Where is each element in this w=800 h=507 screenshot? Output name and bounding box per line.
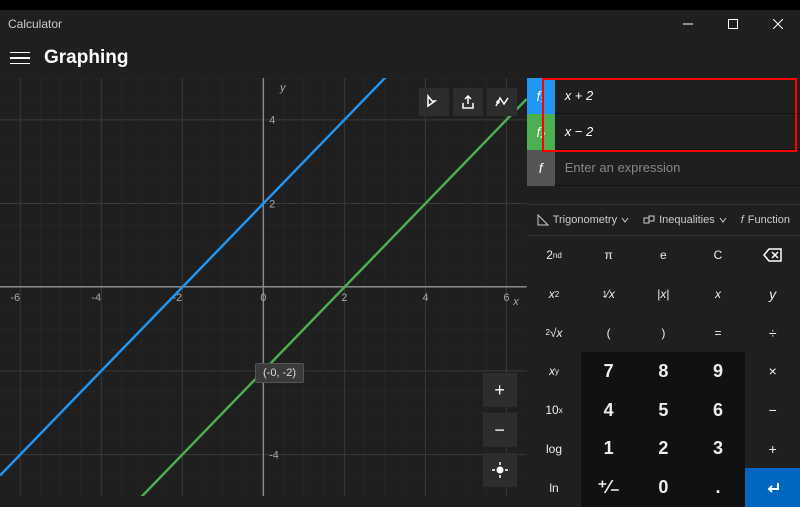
key-2[interactable]: 2nd xyxy=(527,236,582,275)
titlebar: Calculator xyxy=(0,10,800,38)
svg-text:-2: -2 xyxy=(173,292,183,304)
function-badge-1: f1 xyxy=(527,78,555,114)
key-[interactable]: ÷ xyxy=(745,313,800,352)
svg-text:2: 2 xyxy=(341,292,347,304)
key-8[interactable]: 8 xyxy=(636,352,691,391)
tab-trigonometry[interactable]: Trigonometry xyxy=(533,211,633,229)
maximize-button[interactable] xyxy=(710,10,755,38)
function-category-tabs: Trigonometry Inequalities f Function xyxy=(527,204,800,236)
key-2[interactable]: 2 xyxy=(636,430,691,469)
zoom-in-button[interactable]: + xyxy=(483,373,517,407)
key-7[interactable]: 7 xyxy=(581,352,636,391)
key-[interactable]: ⁺⁄₋ xyxy=(581,468,636,507)
key-x[interactable]: x2 xyxy=(527,275,582,314)
function-badge-new: f xyxy=(527,150,555,186)
settings-tool[interactable] xyxy=(487,88,517,116)
x-axis-label: x xyxy=(513,296,519,308)
svg-text:-4: -4 xyxy=(269,449,279,461)
point-tooltip: (-0, -2) xyxy=(255,363,304,383)
key-[interactable]: + xyxy=(745,430,800,469)
share-tool[interactable] xyxy=(453,88,483,116)
key-5[interactable]: 5 xyxy=(636,391,691,430)
svg-text:6: 6 xyxy=(503,292,509,304)
expression-row-2[interactable]: f2 x − 2 xyxy=(527,114,800,150)
key-[interactable]: − xyxy=(745,391,800,430)
expression-text-2[interactable]: x − 2 xyxy=(555,124,800,139)
key-10[interactable]: 10x xyxy=(527,391,582,430)
graph-pane[interactable]: -6-4-20246-4-224 y x (-0, -2) + − xyxy=(0,78,527,507)
y-axis-label: y xyxy=(280,82,286,94)
keypad: 2ndπeCx21⁄x|x|xy2√x()=÷xy789×10x456−log1… xyxy=(527,236,800,507)
angle-icon xyxy=(537,214,549,226)
key-[interactable]: 1⁄x xyxy=(581,275,636,314)
svg-text:-4: -4 xyxy=(92,292,102,304)
trace-tool[interactable] xyxy=(419,88,449,116)
header: Graphing xyxy=(0,38,800,78)
key-log[interactable]: log xyxy=(527,430,582,469)
key-[interactable]: = xyxy=(691,313,746,352)
key-x[interactable]: x xyxy=(691,275,746,314)
graph-canvas[interactable]: -6-4-20246-4-224 xyxy=(0,78,527,496)
key-[interactable] xyxy=(745,468,800,507)
chevron-down-icon xyxy=(621,216,629,224)
key-[interactable] xyxy=(745,236,800,275)
mode-title: Graphing xyxy=(44,47,128,69)
close-button[interactable] xyxy=(755,10,800,38)
tab-functions[interactable]: f Function xyxy=(737,211,794,229)
key-[interactable]: π xyxy=(581,236,636,275)
key-9[interactable]: 9 xyxy=(691,352,746,391)
key-y[interactable]: y xyxy=(745,275,800,314)
side-pane: f1 x + 2 f2 x − 2 f Enter an expression … xyxy=(527,78,800,507)
key-4[interactable]: 4 xyxy=(581,391,636,430)
key-c[interactable]: C xyxy=(691,236,746,275)
key-x[interactable]: |x| xyxy=(636,275,691,314)
svg-text:-6: -6 xyxy=(11,292,21,304)
svg-text:0: 0 xyxy=(260,292,266,304)
svg-text:4: 4 xyxy=(269,115,275,127)
function-badge-2: f2 xyxy=(527,114,555,150)
key-x[interactable]: 2√x xyxy=(527,313,582,352)
key-[interactable]: ( xyxy=(581,313,636,352)
key-1[interactable]: 1 xyxy=(581,430,636,469)
key-x[interactable]: xy xyxy=(527,352,582,391)
chevron-down-icon xyxy=(719,216,727,224)
expression-row-new[interactable]: f Enter an expression xyxy=(527,150,800,186)
hamburger-icon[interactable] xyxy=(10,48,30,68)
key-[interactable]: . xyxy=(691,468,746,507)
tab-inequalities[interactable]: Inequalities xyxy=(639,211,731,229)
minimize-button[interactable] xyxy=(665,10,710,38)
svg-text:4: 4 xyxy=(422,292,428,304)
key-3[interactable]: 3 xyxy=(691,430,746,469)
expression-text-1[interactable]: x + 2 xyxy=(555,88,800,103)
key-0[interactable]: 0 xyxy=(636,468,691,507)
app-title: Calculator xyxy=(8,17,62,31)
inequality-icon xyxy=(643,214,655,226)
key-6[interactable]: 6 xyxy=(691,391,746,430)
zoom-fit-button[interactable] xyxy=(483,453,517,487)
expression-input[interactable]: Enter an expression xyxy=(555,160,800,175)
expression-row-1[interactable]: f1 x + 2 xyxy=(527,78,800,114)
key-[interactable]: ) xyxy=(636,313,691,352)
key-ln[interactable]: ln xyxy=(527,468,582,507)
expression-list: f1 x + 2 f2 x − 2 f Enter an expression xyxy=(527,78,800,186)
key-e[interactable]: e xyxy=(636,236,691,275)
zoom-out-button[interactable]: − xyxy=(483,413,517,447)
key-[interactable]: × xyxy=(745,352,800,391)
svg-text:2: 2 xyxy=(269,198,275,210)
